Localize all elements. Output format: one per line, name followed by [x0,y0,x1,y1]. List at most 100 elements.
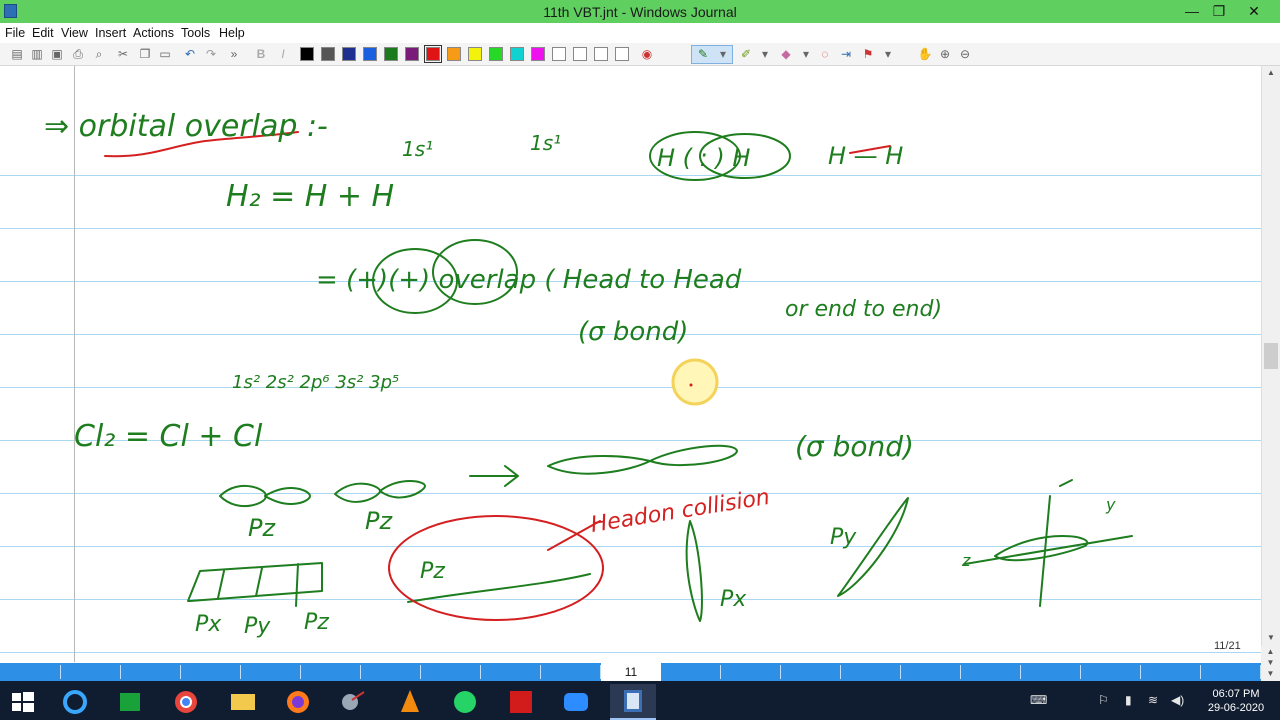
color-swatch[interactable] [531,47,545,61]
page-navigation-bar[interactable]: 11 [0,663,1261,681]
undo-icon[interactable]: ↶ [182,46,198,62]
prev-page-icon[interactable]: ▲ [1261,646,1280,657]
cut-icon[interactable]: ✂ [115,46,131,62]
copy-icon[interactable]: ❐ [137,46,153,62]
highlighter-icon[interactable]: ✐ [738,46,754,62]
menu-insert[interactable]: Insert [95,26,126,40]
eraser-icon[interactable]: ◆ [778,46,794,62]
new-note-icon[interactable]: ▥ [29,46,45,62]
ink-axis-y: y [1105,495,1116,514]
pan-icon[interactable]: ✋ [917,46,933,62]
snipping-tool-icon[interactable] [330,684,376,720]
print-icon[interactable]: ⎙ [70,46,86,62]
menu-tools[interactable]: Tools [181,26,210,40]
ink-pz-2: Pz [365,507,393,535]
network-icon[interactable]: ⚐ [1098,693,1109,707]
page-tick [540,665,541,679]
ink-or-end: or end to end) [785,297,942,322]
save-icon[interactable]: ▣ [49,46,65,62]
ink-heading: ⇒ orbital overlap :- [44,109,328,144]
paste-icon[interactable]: ▭ [157,46,173,62]
keyboard-icon[interactable]: ⌨ [1030,693,1047,707]
battery-icon[interactable]: ▮ [1125,693,1132,707]
journal-icon[interactable] [610,684,656,720]
page-tick [420,665,421,679]
ink-p-lobe [379,480,426,499]
ink-overlap-lobe [547,455,651,475]
store-icon[interactable] [107,684,153,720]
maximize-button[interactable]: ❐ [1202,0,1236,23]
eraser-dropdown-icon[interactable]: ▾ [798,46,814,62]
highlighter-dropdown-icon[interactable]: ▾ [757,46,773,62]
color-swatch[interactable] [615,47,629,61]
windows-start-icon[interactable] [0,684,46,720]
zoom-icon[interactable] [553,684,599,720]
color-swatch[interactable] [468,47,482,61]
internet-explorer-icon[interactable] [52,684,98,720]
find-icon[interactable]: ⌕ [91,46,107,62]
system-clock[interactable]: 06:07 PM 29-06-2020 [1196,687,1276,715]
scroll-thumb[interactable] [1264,343,1278,369]
wifi-icon[interactable]: ≋ [1148,693,1158,707]
color-swatch[interactable] [424,45,442,63]
color-swatch[interactable] [405,47,419,61]
current-page-number: 11 [624,665,638,679]
new-page-icon[interactable]: ▤ [9,46,25,62]
vertical-scrollbar[interactable]: ▲ ▼ [1261,66,1280,662]
more-chevron-icon[interactable]: » [226,46,242,62]
pen-icon[interactable]: ✎ [695,46,711,62]
vlc-icon[interactable] [387,684,433,720]
toolbar: ▤ ▥ ▣ ⎙ ⌕ ✂ ❐ ▭ ↶ ↷ » B I ◉ ✎ ▾ ✐ ▾ ◆ ▾ … [0,43,1280,66]
color-swatch[interactable] [342,47,356,61]
ink-cl2-eq: Cl₂ = Cl + Cl [74,419,263,454]
firefox-icon[interactable] [275,684,321,720]
next-page-icon[interactable]: ▼ [1261,657,1280,668]
file-explorer-icon[interactable] [220,684,266,720]
ink-h-h-overlap: H ( : ) H [657,144,750,172]
cursor-dot [689,383,693,387]
ink-py-right: Py [830,525,857,550]
volume-icon[interactable]: ◀) [1171,693,1184,707]
page-tick [1200,665,1201,679]
insert-space-icon[interactable]: ⇥ [838,46,854,62]
redo-icon[interactable]: ↷ [203,46,219,62]
acrobat-icon[interactable] [498,684,544,720]
zoom-in-icon[interactable]: ⊕ [937,46,953,62]
page-tick [720,665,721,679]
scroll-down-icon[interactable]: ▼ [1262,631,1280,645]
menu-help[interactable]: Help [219,26,245,40]
journal-page[interactable]: ⇒ orbital overlap :- 1s¹ 1s¹ H ( : ) H H… [0,66,1261,662]
color-swatch[interactable] [384,47,398,61]
color-swatch[interactable] [363,47,377,61]
italic-button[interactable]: I [275,46,291,62]
page-tick [1020,665,1021,679]
pen-dropdown-icon[interactable]: ▾ [715,46,731,62]
color-wheel-icon[interactable]: ◉ [639,46,655,62]
color-swatch[interactable] [489,47,503,61]
color-swatch[interactable] [573,47,587,61]
menu-edit[interactable]: Edit [32,26,54,40]
color-swatch[interactable] [510,47,524,61]
next-page-icon-2[interactable]: ▼ [1261,668,1280,679]
ink-pz: Pz [304,610,329,635]
page-tick [960,665,961,679]
flag-icon[interactable]: ⚑ [860,46,876,62]
chrome-icon[interactable] [163,684,209,720]
bold-button[interactable]: B [253,46,269,62]
color-swatch[interactable] [594,47,608,61]
menu-view[interactable]: View [61,26,88,40]
whatsapp-icon[interactable] [442,684,488,720]
lasso-icon[interactable]: ◌ [817,46,833,62]
close-button[interactable]: ✕ [1237,0,1271,23]
color-swatch[interactable] [552,47,566,61]
flag-dropdown-icon[interactable]: ▾ [880,46,896,62]
color-swatch[interactable] [447,47,461,61]
menu-file[interactable]: File [5,26,25,40]
color-swatch[interactable] [321,47,335,61]
page-tick [840,665,841,679]
scroll-up-icon[interactable]: ▲ [1262,66,1280,80]
color-swatch[interactable] [300,47,314,61]
menu-actions[interactable]: Actions [133,26,174,40]
zoom-out-icon[interactable]: ⊖ [957,46,973,62]
page-tick [240,665,241,679]
